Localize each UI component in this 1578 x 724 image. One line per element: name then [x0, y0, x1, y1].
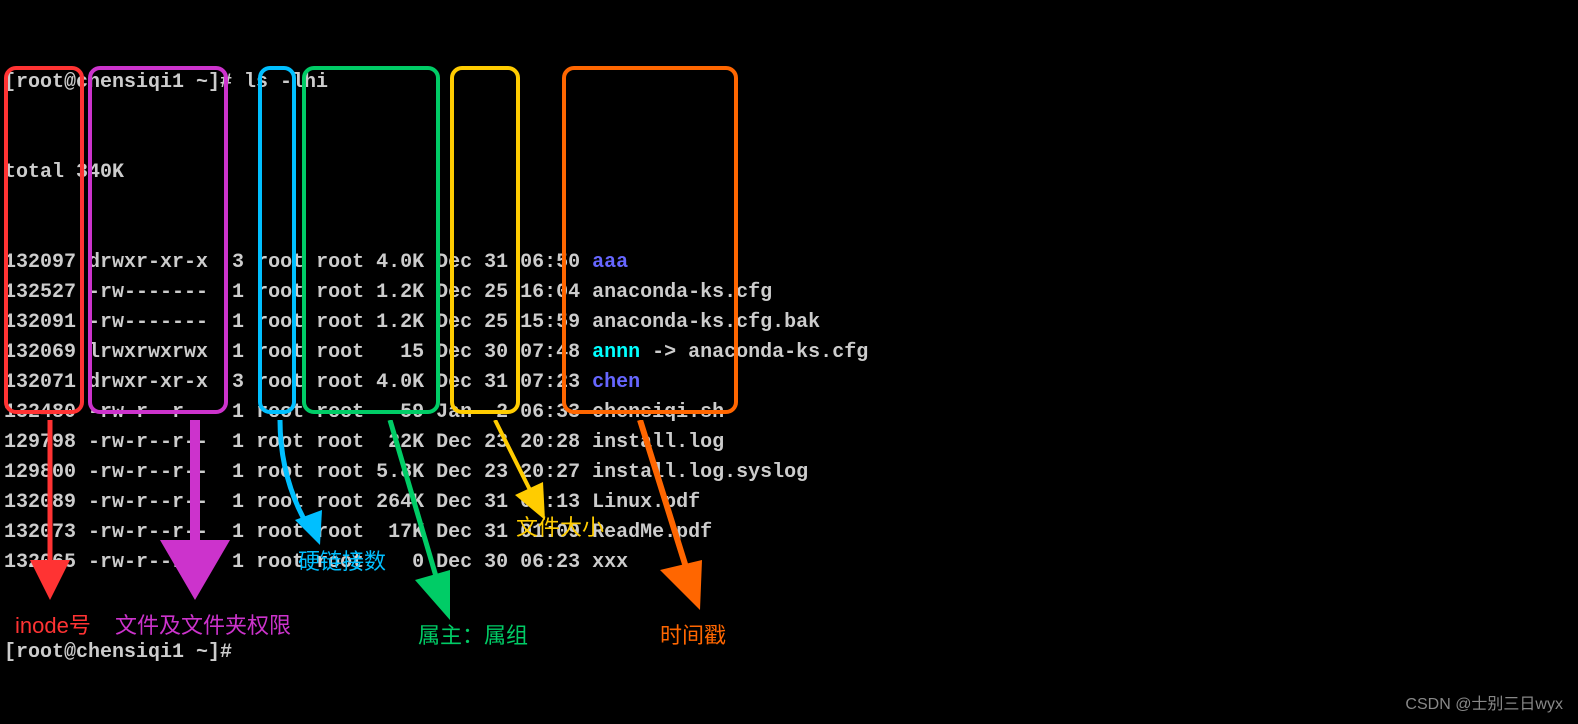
label-perm: 文件及文件夹权限 [115, 608, 291, 640]
file-row: 132069 lrwxrwxrwx 1 root root 15 Dec 30 … [4, 338, 1574, 368]
arrow-orange [620, 420, 720, 610]
file-row: 132091 -rw------- 1 root root 1.2K Dec 2… [4, 308, 1574, 338]
date-cell: Dec 31 07:23 [424, 371, 580, 394]
filename-cell: aaa [580, 251, 628, 274]
inode-cell: 132069 [4, 341, 76, 364]
terminal-output: [root@chensiqi1 ~]# ls -lhi total 340K 1… [0, 0, 1578, 706]
file-row: 132071 drwxr-xr-x 3 root root 4.0K Dec 3… [4, 368, 1574, 398]
owner-cell: root root [244, 311, 364, 334]
size-cell: 4.0K [364, 251, 424, 274]
links-cell: 1 [208, 281, 244, 304]
file-row: 132527 -rw------- 1 root root 1.2K Dec 2… [4, 278, 1574, 308]
label-owner: 属主：属组 [418, 618, 528, 650]
label-date: 时间戳 [660, 618, 726, 650]
inode-cell: 132097 [4, 251, 76, 274]
filename-cell: annn [580, 341, 640, 364]
links-cell: 1 [208, 341, 244, 364]
label-size: 文件大小 [516, 510, 604, 542]
owner-cell: root root [244, 341, 364, 364]
links-cell: 3 [208, 371, 244, 394]
file-row: 129800 -rw-r--r-- 1 root root 5.8K Dec 2… [4, 458, 1574, 488]
perm-cell: -rw------- [76, 281, 208, 304]
command-line: [root@chensiqi1 ~]# ls -lhi [4, 68, 1574, 98]
arrow-green [370, 420, 470, 620]
command-prompt[interactable]: [root@chensiqi1 ~]# [4, 638, 1574, 668]
links-cell: 1 [208, 311, 244, 334]
owner-cell: root root [244, 281, 364, 304]
filename-cell: anaconda-ks.cfg.bak [580, 311, 820, 334]
perm-cell: lrwxrwxrwx [76, 341, 208, 364]
file-row: 129798 -rw-r--r-- 1 root root 22K Dec 23… [4, 428, 1574, 458]
perm-cell: drwxr-xr-x [76, 371, 208, 394]
owner-cell: root root [244, 371, 364, 394]
file-row: 132065 -rw-r--r-- 1 root root 0 Dec 30 0… [4, 548, 1574, 578]
file-row: 132097 drwxr-xr-x 3 root root 4.0K Dec 3… [4, 248, 1574, 278]
total-line: total 340K [4, 158, 1574, 188]
date-cell: Dec 25 16:04 [424, 281, 580, 304]
date-cell: Dec 25 15:59 [424, 311, 580, 334]
size-cell: 1.2K [364, 311, 424, 334]
inode-cell: 132091 [4, 311, 76, 334]
size-cell: 15 [364, 341, 424, 364]
watermark: CSDN @士别三日wyx [1405, 690, 1563, 714]
links-cell: 3 [208, 251, 244, 274]
owner-cell: root root [244, 251, 364, 274]
arrow-cyan [260, 420, 340, 550]
date-cell: Dec 31 06:50 [424, 251, 580, 274]
perm-cell: drwxr-xr-x [76, 251, 208, 274]
arrow-magenta [155, 420, 235, 600]
date-cell: Dec 30 07:48 [424, 341, 580, 364]
label-inode: inode号 [15, 608, 91, 640]
filename-cell: chen [580, 371, 640, 394]
link-target: -> anaconda-ks.cfg [640, 341, 868, 364]
size-cell: 1.2K [364, 281, 424, 304]
file-row: 132073 -rw-r--r-- 1 root root 17K Dec 31… [4, 518, 1574, 548]
label-links: 硬链接数 [298, 544, 386, 576]
inode-cell: 132071 [4, 371, 76, 394]
file-row: 132480 -rw-r--r-- 1 root root 59 Jan 2 0… [4, 398, 1574, 428]
filename-cell: anaconda-ks.cfg [580, 281, 772, 304]
file-row: 132089 -rw-r--r-- 1 root root 264K Dec 3… [4, 488, 1574, 518]
arrow-red [20, 420, 80, 600]
perm-cell: -rw------- [76, 311, 208, 334]
inode-cell: 132527 [4, 281, 76, 304]
size-cell: 4.0K [364, 371, 424, 394]
